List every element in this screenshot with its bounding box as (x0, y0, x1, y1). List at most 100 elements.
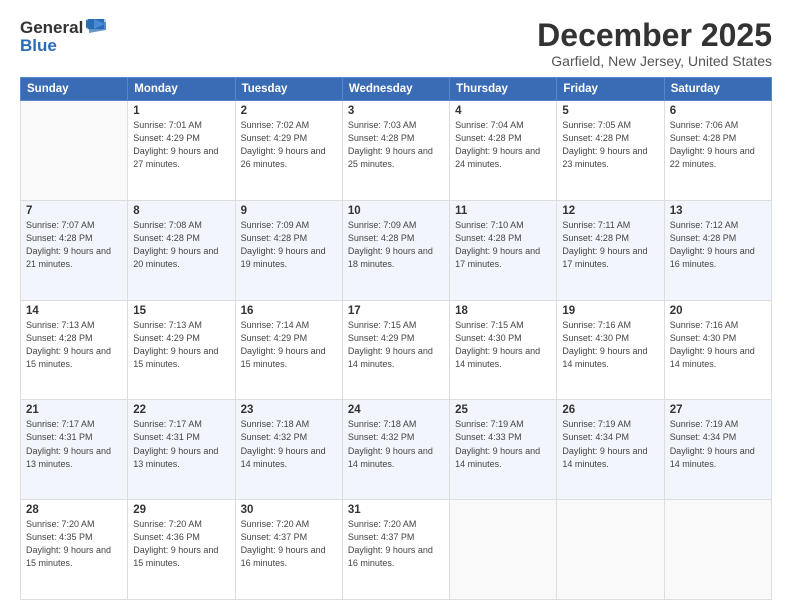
calendar-cell (557, 500, 664, 600)
day-number: 17 (348, 305, 444, 317)
day-info: Sunrise: 7:03 AMSunset: 4:28 PMDaylight:… (348, 120, 433, 169)
day-info: Sunrise: 7:20 AMSunset: 4:37 PMDaylight:… (241, 519, 326, 568)
day-number: 15 (133, 305, 229, 317)
day-number: 29 (133, 504, 229, 516)
day-number: 16 (241, 305, 337, 317)
calendar-cell: 28 Sunrise: 7:20 AMSunset: 4:35 PMDaylig… (21, 500, 128, 600)
calendar-table: SundayMondayTuesdayWednesdayThursdayFrid… (20, 77, 772, 600)
day-number: 5 (562, 105, 658, 117)
calendar-cell: 12 Sunrise: 7:11 AMSunset: 4:28 PMDaylig… (557, 200, 664, 300)
day-number: 27 (670, 404, 766, 416)
page: General Blue December 2025 Garfield, New… (0, 0, 792, 612)
calendar-cell: 9 Sunrise: 7:09 AMSunset: 4:28 PMDayligh… (235, 200, 342, 300)
day-info: Sunrise: 7:17 AMSunset: 4:31 PMDaylight:… (26, 419, 111, 468)
logo-flag-icon (86, 19, 106, 35)
logo-blue-text: Blue (20, 36, 57, 56)
calendar-cell: 4 Sunrise: 7:04 AMSunset: 4:28 PMDayligh… (450, 101, 557, 201)
calendar-cell: 6 Sunrise: 7:06 AMSunset: 4:28 PMDayligh… (664, 101, 771, 201)
day-number: 26 (562, 404, 658, 416)
day-header: Monday (128, 78, 235, 101)
calendar-cell: 31 Sunrise: 7:20 AMSunset: 4:37 PMDaylig… (342, 500, 449, 600)
day-header: Sunday (21, 78, 128, 101)
day-info: Sunrise: 7:14 AMSunset: 4:29 PMDaylight:… (241, 320, 326, 369)
logo-general-text: General (20, 18, 83, 38)
day-header: Thursday (450, 78, 557, 101)
calendar-cell (21, 101, 128, 201)
day-header: Wednesday (342, 78, 449, 101)
main-title: December 2025 (537, 18, 772, 53)
day-info: Sunrise: 7:13 AMSunset: 4:28 PMDaylight:… (26, 320, 111, 369)
calendar-cell: 7 Sunrise: 7:07 AMSunset: 4:28 PMDayligh… (21, 200, 128, 300)
calendar-cell: 1 Sunrise: 7:01 AMSunset: 4:29 PMDayligh… (128, 101, 235, 201)
calendar-cell: 27 Sunrise: 7:19 AMSunset: 4:34 PMDaylig… (664, 400, 771, 500)
calendar-cell: 11 Sunrise: 7:10 AMSunset: 4:28 PMDaylig… (450, 200, 557, 300)
calendar-cell: 29 Sunrise: 7:20 AMSunset: 4:36 PMDaylig… (128, 500, 235, 600)
day-info: Sunrise: 7:19 AMSunset: 4:33 PMDaylight:… (455, 419, 540, 468)
calendar-cell: 15 Sunrise: 7:13 AMSunset: 4:29 PMDaylig… (128, 300, 235, 400)
day-info: Sunrise: 7:01 AMSunset: 4:29 PMDaylight:… (133, 120, 218, 169)
day-header: Saturday (664, 78, 771, 101)
day-number: 12 (562, 205, 658, 217)
calendar-cell: 3 Sunrise: 7:03 AMSunset: 4:28 PMDayligh… (342, 101, 449, 201)
calendar-cell: 30 Sunrise: 7:20 AMSunset: 4:37 PMDaylig… (235, 500, 342, 600)
calendar-cell: 18 Sunrise: 7:15 AMSunset: 4:30 PMDaylig… (450, 300, 557, 400)
day-info: Sunrise: 7:08 AMSunset: 4:28 PMDaylight:… (133, 220, 218, 269)
day-number: 14 (26, 305, 122, 317)
calendar-cell: 22 Sunrise: 7:17 AMSunset: 4:31 PMDaylig… (128, 400, 235, 500)
calendar-cell: 5 Sunrise: 7:05 AMSunset: 4:28 PMDayligh… (557, 101, 664, 201)
day-info: Sunrise: 7:20 AMSunset: 4:35 PMDaylight:… (26, 519, 111, 568)
day-info: Sunrise: 7:06 AMSunset: 4:28 PMDaylight:… (670, 120, 755, 169)
calendar-cell: 17 Sunrise: 7:15 AMSunset: 4:29 PMDaylig… (342, 300, 449, 400)
calendar-cell: 20 Sunrise: 7:16 AMSunset: 4:30 PMDaylig… (664, 300, 771, 400)
day-number: 1 (133, 105, 229, 117)
day-number: 22 (133, 404, 229, 416)
calendar-cell: 10 Sunrise: 7:09 AMSunset: 4:28 PMDaylig… (342, 200, 449, 300)
calendar-cell: 25 Sunrise: 7:19 AMSunset: 4:33 PMDaylig… (450, 400, 557, 500)
day-info: Sunrise: 7:15 AMSunset: 4:30 PMDaylight:… (455, 320, 540, 369)
day-number: 18 (455, 305, 551, 317)
day-info: Sunrise: 7:07 AMSunset: 4:28 PMDaylight:… (26, 220, 111, 269)
day-info: Sunrise: 7:05 AMSunset: 4:28 PMDaylight:… (562, 120, 647, 169)
day-number: 9 (241, 205, 337, 217)
calendar-cell (664, 500, 771, 600)
day-number: 23 (241, 404, 337, 416)
subtitle: Garfield, New Jersey, United States (537, 53, 772, 69)
day-info: Sunrise: 7:16 AMSunset: 4:30 PMDaylight:… (562, 320, 647, 369)
day-info: Sunrise: 7:19 AMSunset: 4:34 PMDaylight:… (670, 419, 755, 468)
day-header: Friday (557, 78, 664, 101)
day-number: 20 (670, 305, 766, 317)
day-info: Sunrise: 7:09 AMSunset: 4:28 PMDaylight:… (348, 220, 433, 269)
day-info: Sunrise: 7:04 AMSunset: 4:28 PMDaylight:… (455, 120, 540, 169)
day-info: Sunrise: 7:18 AMSunset: 4:32 PMDaylight:… (241, 419, 326, 468)
logo: General Blue (20, 18, 106, 56)
calendar-cell: 23 Sunrise: 7:18 AMSunset: 4:32 PMDaylig… (235, 400, 342, 500)
day-info: Sunrise: 7:11 AMSunset: 4:28 PMDaylight:… (562, 220, 647, 269)
day-info: Sunrise: 7:18 AMSunset: 4:32 PMDaylight:… (348, 419, 433, 468)
calendar-cell: 21 Sunrise: 7:17 AMSunset: 4:31 PMDaylig… (21, 400, 128, 500)
day-info: Sunrise: 7:10 AMSunset: 4:28 PMDaylight:… (455, 220, 540, 269)
day-number: 11 (455, 205, 551, 217)
day-number: 30 (241, 504, 337, 516)
calendar-cell: 16 Sunrise: 7:14 AMSunset: 4:29 PMDaylig… (235, 300, 342, 400)
day-number: 19 (562, 305, 658, 317)
day-number: 24 (348, 404, 444, 416)
day-info: Sunrise: 7:02 AMSunset: 4:29 PMDaylight:… (241, 120, 326, 169)
calendar-cell: 14 Sunrise: 7:13 AMSunset: 4:28 PMDaylig… (21, 300, 128, 400)
day-info: Sunrise: 7:19 AMSunset: 4:34 PMDaylight:… (562, 419, 647, 468)
calendar-cell: 2 Sunrise: 7:02 AMSunset: 4:29 PMDayligh… (235, 101, 342, 201)
calendar-cell: 26 Sunrise: 7:19 AMSunset: 4:34 PMDaylig… (557, 400, 664, 500)
day-number: 3 (348, 105, 444, 117)
calendar-cell: 19 Sunrise: 7:16 AMSunset: 4:30 PMDaylig… (557, 300, 664, 400)
calendar-cell: 8 Sunrise: 7:08 AMSunset: 4:28 PMDayligh… (128, 200, 235, 300)
day-number: 4 (455, 105, 551, 117)
day-number: 10 (348, 205, 444, 217)
day-info: Sunrise: 7:17 AMSunset: 4:31 PMDaylight:… (133, 419, 218, 468)
day-info: Sunrise: 7:13 AMSunset: 4:29 PMDaylight:… (133, 320, 218, 369)
calendar-cell: 13 Sunrise: 7:12 AMSunset: 4:28 PMDaylig… (664, 200, 771, 300)
day-number: 13 (670, 205, 766, 217)
day-info: Sunrise: 7:20 AMSunset: 4:36 PMDaylight:… (133, 519, 218, 568)
day-number: 21 (26, 404, 122, 416)
day-number: 7 (26, 205, 122, 217)
title-block: December 2025 Garfield, New Jersey, Unit… (537, 18, 772, 69)
day-number: 31 (348, 504, 444, 516)
